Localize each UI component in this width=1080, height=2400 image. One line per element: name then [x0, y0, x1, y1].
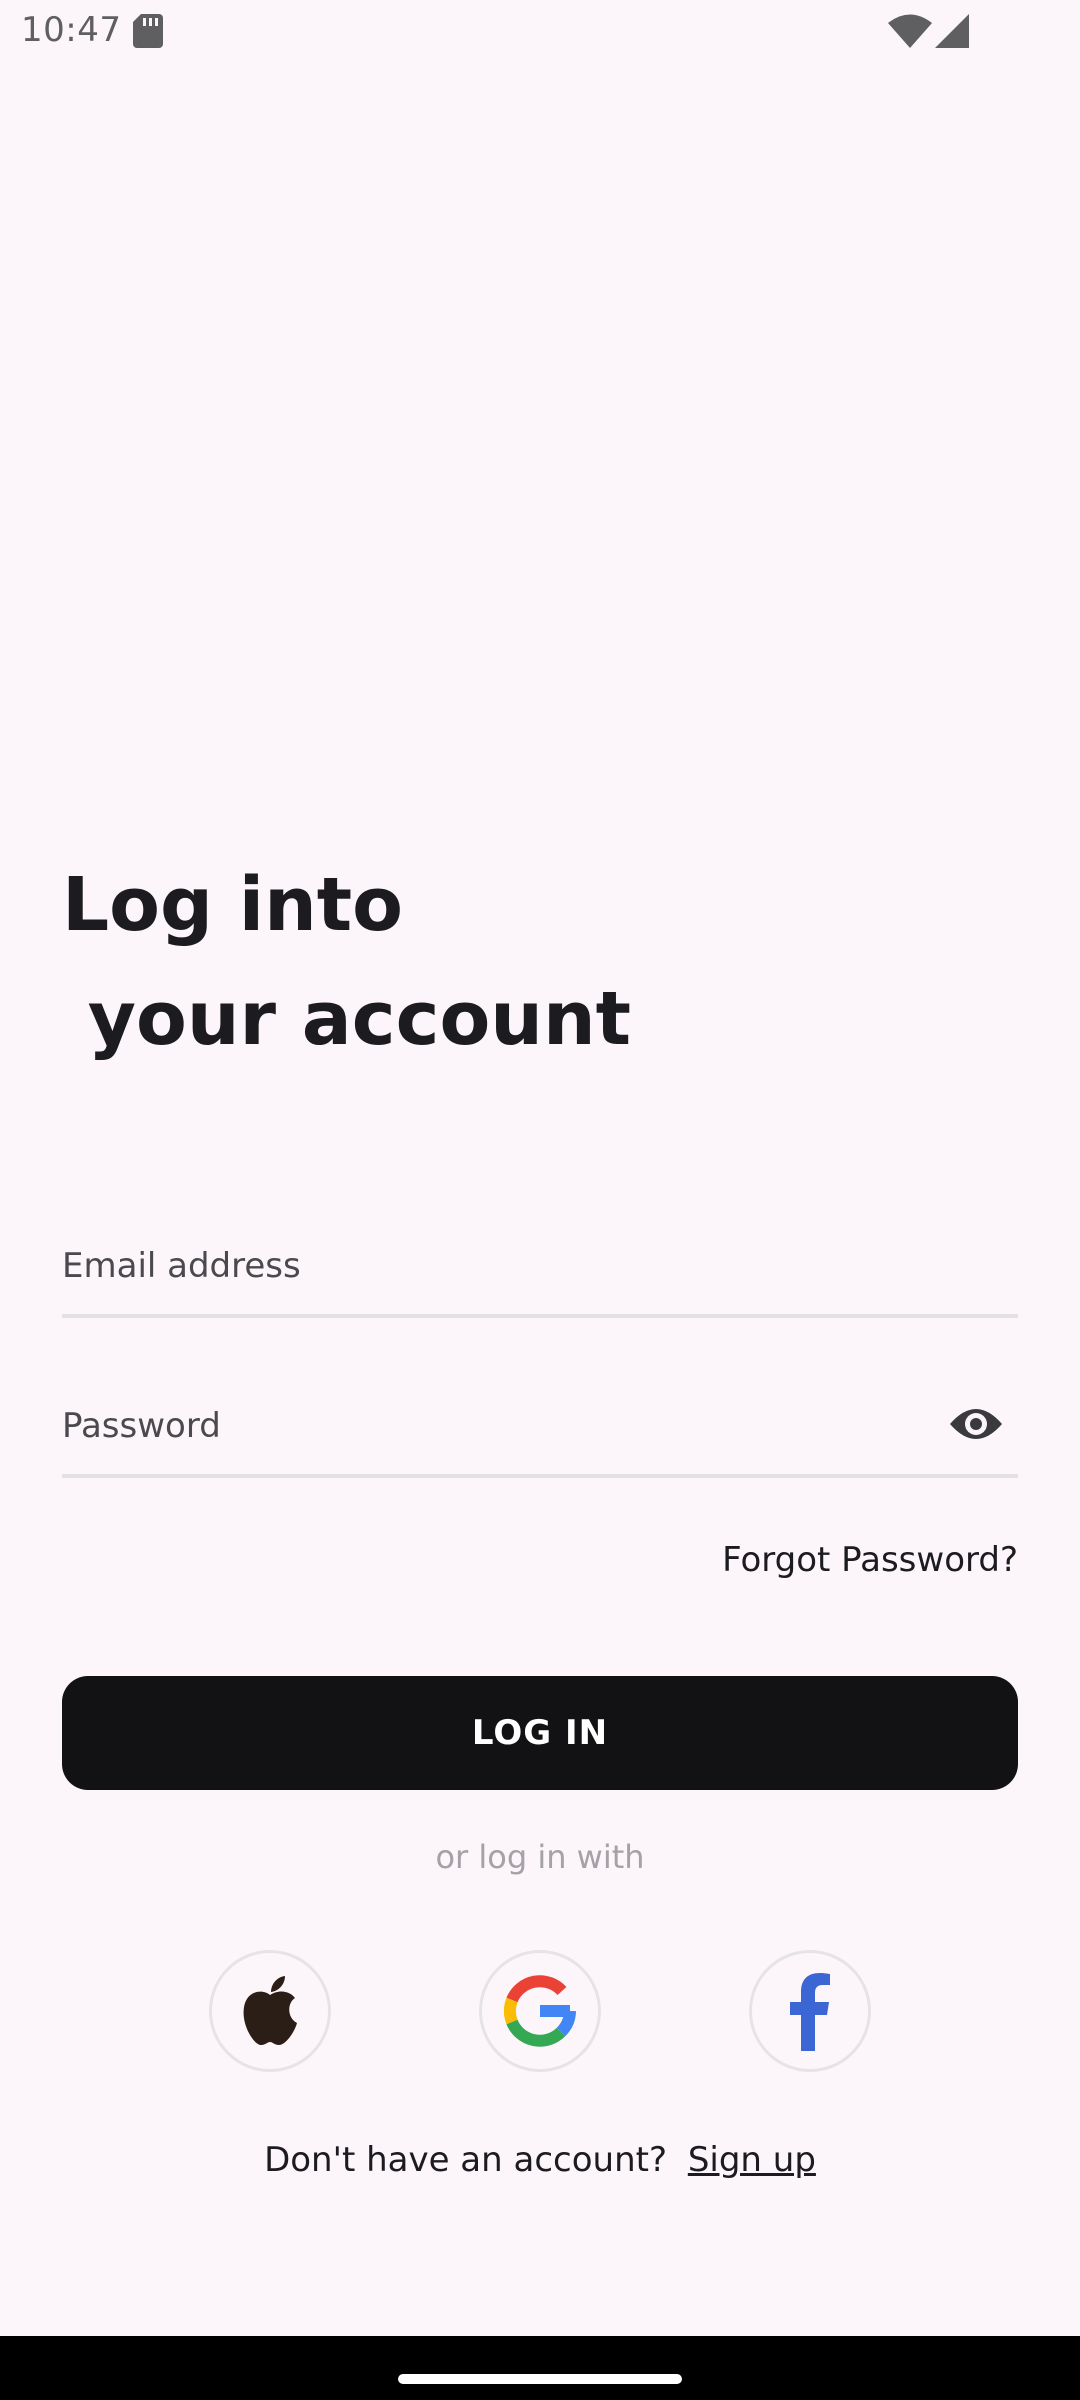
wifi-icon [888, 14, 932, 48]
apple-icon [243, 1976, 297, 2045]
email-input[interactable] [62, 1218, 1018, 1314]
title-line-1: Log into [62, 862, 403, 948]
title-line-2: your account [62, 976, 632, 1062]
password-input[interactable] [62, 1378, 1018, 1474]
navigation-bar [0, 2336, 1080, 2400]
google-icon [504, 1975, 576, 2047]
email-field [62, 1218, 1018, 1318]
sd-card-icon [133, 14, 163, 48]
signup-link[interactable]: Sign up [688, 2140, 816, 2180]
status-time: 10:47 [21, 10, 122, 50]
signal-icon [935, 14, 969, 48]
home-indicator[interactable] [398, 2374, 682, 2384]
signup-prompt: Don't have an account? [264, 2140, 667, 2180]
facebook-icon [790, 1973, 830, 2051]
facebook-login-button[interactable] [749, 1950, 871, 2072]
signup-row: Don't have an account? Sign up [0, 2140, 1080, 2180]
page-title: Log into your account [62, 848, 631, 1076]
social-divider-text: or log in with [435, 1838, 645, 1876]
eye-icon[interactable] [948, 1402, 1004, 1446]
forgot-password-link[interactable]: Forgot Password? [722, 1540, 1018, 1580]
login-button[interactable]: LOG IN [62, 1676, 1018, 1790]
status-bar: 10:47 [0, 0, 1080, 64]
google-login-button[interactable] [479, 1950, 601, 2072]
apple-login-button[interactable] [209, 1950, 331, 2072]
password-field [62, 1378, 1018, 1478]
